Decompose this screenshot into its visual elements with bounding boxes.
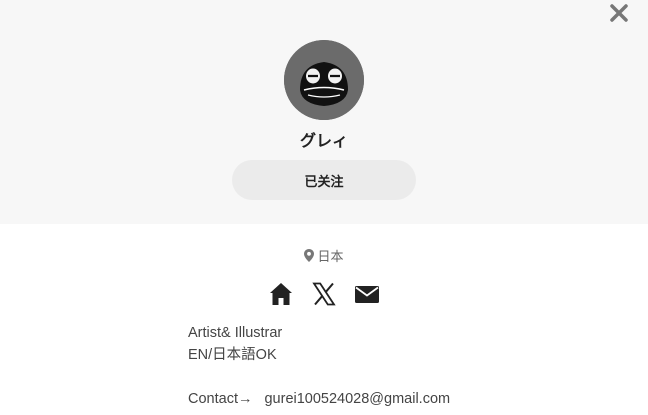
follow-button[interactable]: 已关注	[232, 160, 416, 200]
bio-line: Artist& Illustrar	[188, 325, 283, 341]
profile-page: グレィ 已关注 日本 Artist& Illustrar EN/日本語OK Co…	[0, 0, 648, 415]
username: グレィ	[299, 131, 348, 150]
mail-icon[interactable]	[354, 281, 380, 307]
home-icon[interactable]	[268, 281, 294, 307]
bio-line: EN/日本語OK	[188, 347, 277, 363]
map-pin-icon	[304, 249, 315, 266]
close-icon[interactable]	[608, 2, 630, 24]
contact-label: Contact→	[188, 391, 253, 407]
location-text: 日本	[317, 250, 344, 265]
bio-spacer	[188, 366, 608, 388]
x-logo-icon[interactable]	[311, 281, 337, 307]
contact-email: gurei100524028@gmail.com	[264, 391, 451, 407]
bio: Artist& Illustrar EN/日本語OK Contact→ gurei…	[188, 322, 608, 410]
social-links	[0, 281, 648, 309]
contact-line: Contact→ gurei100524028@gmail.com	[188, 388, 608, 410]
avatar	[284, 40, 364, 120]
location: 日本	[0, 246, 648, 266]
profile-header: グレィ 已关注	[0, 0, 648, 224]
